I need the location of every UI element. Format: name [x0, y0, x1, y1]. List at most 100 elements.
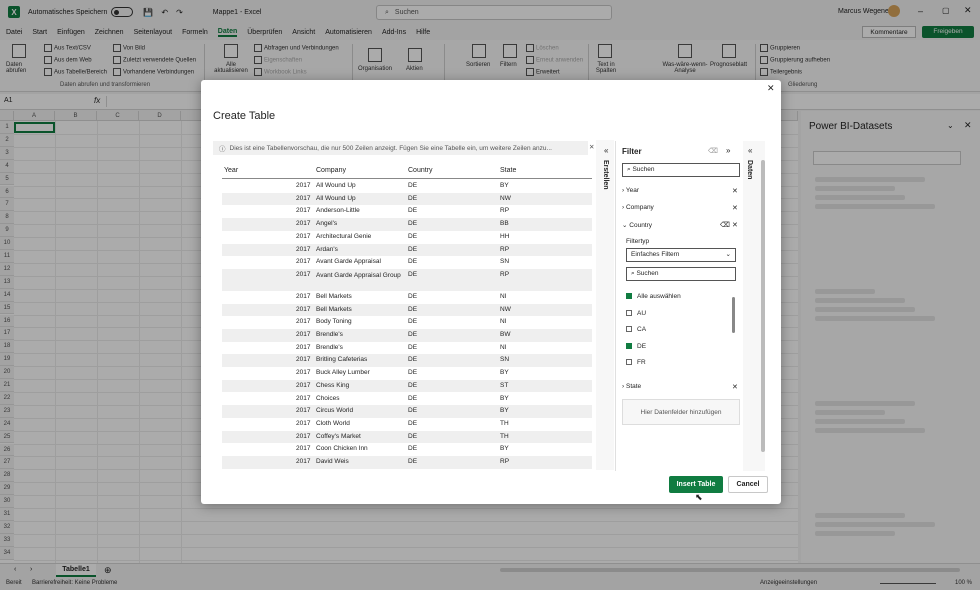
- clear-country-filter-icon[interactable]: ⌫: [720, 221, 730, 229]
- filter-field-company[interactable]: › Company: [622, 204, 654, 211]
- info-text: Dies ist eine Tabellenvorschau, die nur …: [229, 144, 552, 152]
- remove-field-company-icon[interactable]: ✕: [732, 204, 738, 212]
- cell-state: BY: [500, 394, 509, 402]
- dialog-close-icon[interactable]: ✕: [767, 83, 775, 94]
- filter-expand-icon[interactable]: »: [726, 146, 730, 155]
- filter-option[interactable]: CA: [626, 326, 646, 333]
- cell-company: Britling Cafeterias: [316, 356, 368, 364]
- cell-country: DE: [408, 381, 418, 389]
- filter-option[interactable]: Alle auswählen: [626, 293, 681, 300]
- dialog-scrollbar[interactable]: [761, 160, 765, 452]
- cell-state: RP: [500, 270, 510, 278]
- side-tab-data[interactable]: Daten: [746, 160, 753, 179]
- filter-options-scrollbar[interactable]: [732, 297, 735, 333]
- cell-company: Coon Chicken Inn: [316, 445, 368, 453]
- cell-company: Circus World: [316, 407, 354, 415]
- filter-option-label: Alle auswählen: [637, 293, 681, 300]
- cell-country: DE: [408, 356, 418, 364]
- cell-country: DE: [408, 458, 418, 465]
- cell-state: SN: [500, 258, 510, 266]
- collapse-left-icon[interactable]: «: [604, 146, 608, 155]
- checkbox[interactable]: [626, 293, 632, 300]
- filter-option-label: DE: [637, 342, 647, 350]
- cell-state: TH: [500, 419, 509, 427]
- cell-state: NW: [500, 305, 511, 313]
- info-icon: ⓘ: [219, 146, 226, 153]
- cell-state: ST: [500, 381, 509, 389]
- cell-year: 2017: [296, 419, 311, 427]
- side-tab-create[interactable]: Erstellen: [602, 160, 609, 190]
- cell-company: Bell Markets: [316, 292, 352, 300]
- cell-country: DE: [408, 331, 418, 338]
- remove-field-country-icon[interactable]: ✕: [732, 221, 738, 229]
- filter-search-input[interactable]: ⌕ Suchen: [622, 163, 740, 177]
- filter-option[interactable]: AU: [626, 310, 646, 317]
- remove-field-year-icon[interactable]: ✕: [732, 187, 738, 195]
- checkbox[interactable]: [626, 309, 632, 316]
- insert-table-button[interactable]: Insert Table: [669, 476, 723, 493]
- cell-company: David Weis: [316, 458, 349, 465]
- cell-company: Buck Alley Lumber: [316, 369, 370, 377]
- cell-country: DE: [408, 182, 418, 189]
- cell-company: Angel's: [316, 220, 338, 228]
- filter-field-country[interactable]: ⌄ Country: [622, 221, 652, 229]
- filter-field-state[interactable]: › State: [622, 383, 641, 390]
- filter-title: Filter: [622, 147, 642, 156]
- filter-search-placeholder: Suchen: [632, 166, 655, 173]
- cell-year: 2017: [296, 194, 311, 202]
- checkbox[interactable]: [626, 342, 632, 349]
- filter-type-select[interactable]: Einfaches Filtern ⌄: [626, 248, 736, 262]
- cell-year: 2017: [296, 245, 311, 253]
- filter-field-year[interactable]: › Year: [622, 187, 639, 194]
- cell-state: BB: [500, 220, 509, 228]
- cancel-button[interactable]: Cancel: [728, 476, 768, 493]
- column-header-state: State: [500, 167, 517, 174]
- filter-type-value: Einfaches Filtern: [631, 251, 680, 258]
- checkbox[interactable]: [626, 326, 632, 333]
- cell-state: HH: [500, 232, 510, 240]
- table-row: 2017 Brendle's DE NI: [222, 342, 592, 355]
- filter-values-search-icon: ⌕: [631, 270, 635, 277]
- filter-option-label: FR: [637, 359, 646, 366]
- filter-search-icon: ⌕: [627, 166, 631, 173]
- table-row: 2017 Anderson-Little DE RP: [222, 205, 592, 218]
- table-row: 2017 Brendle's DE BW: [222, 329, 592, 342]
- cell-year: 2017: [296, 220, 311, 228]
- cell-year: 2017: [296, 343, 311, 351]
- cell-state: RP: [500, 458, 510, 465]
- cell-year: 2017: [296, 258, 311, 266]
- table-row: 2017 Angel's DE BB: [222, 218, 592, 231]
- table-row: 2017 Avant Garde Appraisal Group DE RP: [222, 268, 592, 291]
- cell-year: 2017: [296, 292, 311, 300]
- mouse-cursor-icon: ⬉: [695, 492, 703, 502]
- cell-company: Bell Markets: [316, 305, 352, 313]
- cell-country: DE: [408, 343, 418, 351]
- table-row: 2017 All Wound Up DE NW: [222, 192, 592, 206]
- checkbox[interactable]: [626, 359, 632, 366]
- cell-country: DE: [408, 292, 418, 300]
- cell-state: BY: [500, 407, 509, 415]
- filter-option[interactable]: DE: [626, 343, 646, 350]
- cell-country: DE: [408, 258, 418, 266]
- cell-year: 2017: [296, 445, 311, 453]
- cell-country: DE: [408, 194, 418, 202]
- cell-company: Avant Garde Appraisal Group: [316, 271, 401, 279]
- cell-company: All Wound Up: [316, 182, 356, 189]
- cell-year: 2017: [296, 407, 311, 415]
- cell-state: SN: [500, 356, 510, 364]
- cell-company: Body Toning: [316, 318, 352, 326]
- cell-year: 2017: [296, 356, 311, 364]
- filter-values-search[interactable]: ⌕ Suchen: [626, 267, 736, 281]
- filter-clear-icon[interactable]: ⌫: [708, 147, 718, 155]
- table-row: 2017 Cloth World DE TH: [222, 418, 592, 431]
- add-data-fields-dropzone[interactable]: Hier Datenfelder hinzufügen: [622, 399, 740, 425]
- remove-field-state-icon[interactable]: ✕: [732, 383, 738, 391]
- cell-company: Brendle's: [316, 343, 343, 351]
- filter-option[interactable]: FR: [626, 359, 646, 366]
- cell-year: 2017: [296, 432, 311, 440]
- info-close-icon[interactable]: ✕: [589, 143, 594, 151]
- header-divider: [222, 178, 592, 179]
- collapse-right-icon[interactable]: «: [748, 146, 752, 155]
- cell-year: 2017: [296, 381, 311, 389]
- cell-state: NW: [500, 194, 511, 202]
